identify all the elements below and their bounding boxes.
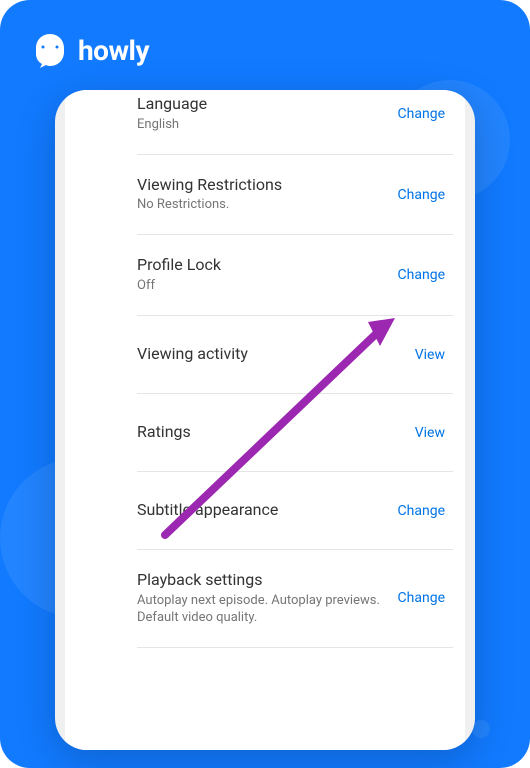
setting-content: Viewing activity	[137, 344, 415, 365]
setting-row-ratings[interactable]: Ratings View	[137, 394, 453, 472]
owl-icon	[30, 30, 70, 70]
change-link[interactable]: Change	[398, 187, 445, 203]
howly-logo: howly	[30, 30, 149, 70]
setting-content: Viewing Restrictions No Restrictions.	[137, 175, 398, 215]
setting-content: Subtitle appearance	[137, 500, 398, 521]
phone-screen: Language English Change Viewing Restrict…	[65, 90, 465, 750]
setting-row-viewing-activity[interactable]: Viewing activity View	[137, 316, 453, 394]
setting-row-subtitle-appearance[interactable]: Subtitle appearance Change	[137, 472, 453, 550]
setting-subtitle: Autoplay next episode. Autoplay previews…	[137, 593, 386, 627]
setting-content: Language English	[137, 94, 398, 134]
view-link[interactable]: View	[415, 347, 445, 363]
setting-title: Ratings	[137, 422, 403, 443]
setting-title: Profile Lock	[137, 255, 386, 276]
setting-row-playback-settings[interactable]: Playback settings Autoplay next episode.…	[137, 550, 453, 648]
change-link[interactable]: Change	[398, 503, 445, 519]
setting-row-language[interactable]: Language English Change	[137, 90, 453, 155]
change-link[interactable]: Change	[398, 590, 445, 606]
logo-text: howly	[78, 34, 149, 67]
setting-row-profile-lock[interactable]: Profile Lock Off Change	[137, 235, 453, 316]
setting-subtitle: English	[137, 117, 386, 134]
setting-subtitle: Off	[137, 278, 386, 295]
setting-title: Subtitle appearance	[137, 500, 386, 521]
setting-title: Language	[137, 94, 386, 115]
setting-subtitle: No Restrictions.	[137, 197, 386, 214]
change-link[interactable]: Change	[398, 267, 445, 283]
view-link[interactable]: View	[415, 425, 445, 441]
settings-list: Language English Change Viewing Restrict…	[65, 90, 465, 648]
setting-title: Viewing activity	[137, 344, 403, 365]
setting-row-viewing-restrictions[interactable]: Viewing Restrictions No Restrictions. Ch…	[137, 155, 453, 236]
change-link[interactable]: Change	[398, 106, 445, 122]
setting-title: Viewing Restrictions	[137, 175, 386, 196]
decorative-circle	[472, 720, 490, 738]
setting-title: Playback settings	[137, 570, 386, 591]
setting-content: Profile Lock Off	[137, 255, 398, 295]
phone-frame: Language English Change Viewing Restrict…	[55, 90, 475, 750]
setting-content: Playback settings Autoplay next episode.…	[137, 570, 398, 627]
setting-content: Ratings	[137, 422, 415, 443]
